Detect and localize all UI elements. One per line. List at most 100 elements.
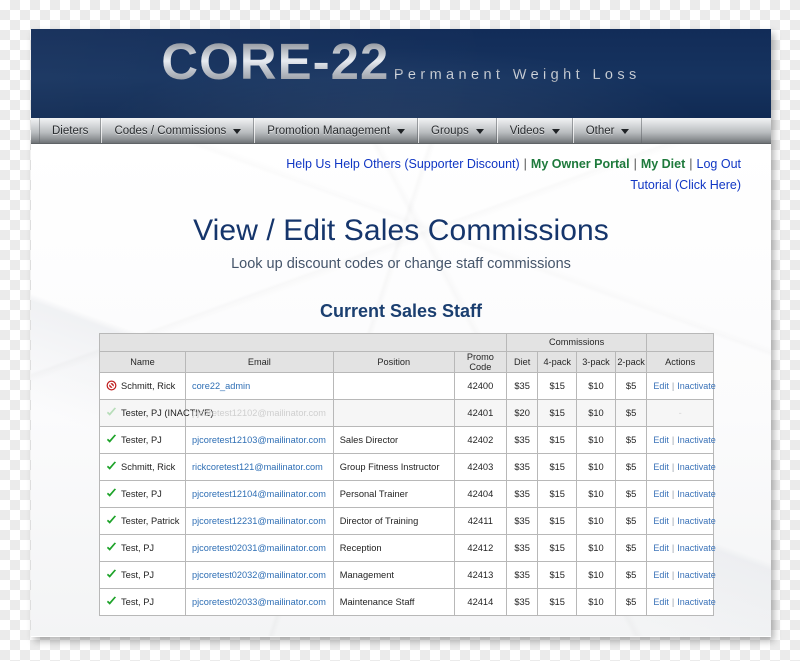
inactivate-link[interactable]: Inactivate: [677, 516, 716, 526]
no-actions: -: [678, 407, 682, 418]
nav-item-codes-commissions[interactable]: Codes / Commissions: [101, 118, 255, 143]
logo-tagline: Permanent Weight Loss: [393, 67, 641, 83]
email-link[interactable]: pjcoretest12104@mailinator.com: [192, 489, 326, 499]
cell-email: pjcoretest12231@mailinator.com: [184, 506, 334, 535]
table-column-header-row: Name Email Position Promo Code Diet 4-pack 3-p…: [99, 350, 714, 373]
cell-4-pack: $15: [537, 533, 578, 562]
cell-name: Test, PJ: [99, 560, 186, 589]
nav-item-groups[interactable]: Groups: [418, 118, 497, 143]
edit-link[interactable]: Edit: [653, 516, 669, 526]
utility-link-my-diet[interactable]: My Diet: [641, 157, 685, 171]
nav-item-label: Dieters: [52, 124, 89, 137]
cell-actions: Edit | Inactivate: [646, 371, 716, 400]
email-link[interactable]: pjcoretest12231@mailinator.com: [192, 516, 326, 526]
nav-item-other[interactable]: Other: [572, 118, 643, 143]
inactivate-link[interactable]: Inactivate: [677, 381, 716, 391]
action-separator: |: [671, 461, 675, 472]
edit-link[interactable]: Edit: [653, 570, 669, 580]
cell-3-pack: $10: [576, 479, 616, 508]
nav-item-videos[interactable]: Videos: [496, 118, 573, 143]
edit-link[interactable]: Edit: [653, 489, 669, 499]
edit-link[interactable]: Edit: [653, 435, 669, 445]
cell-3-pack: $10: [576, 533, 616, 562]
cell-name: Tester, Patrick: [99, 506, 186, 535]
cell-actions: Edit | Inactivate: [646, 533, 716, 562]
column-header-actions: Actions: [646, 350, 714, 373]
email-link[interactable]: pjcoretest12102@mailinator.com: [192, 408, 326, 418]
cell-diet: $35: [505, 533, 539, 562]
staff-name: Tester, PJ: [121, 435, 162, 445]
staff-name: Test, PJ: [121, 543, 155, 553]
inactivate-link[interactable]: Inactivate: [677, 597, 716, 607]
staff-table-container: Commissions Name Email Position Promo Code D…: [31, 322, 771, 616]
edit-link[interactable]: Edit: [653, 462, 669, 472]
nav-item-label: Codes / Commissions: [114, 124, 227, 137]
email-link[interactable]: core22_admin: [192, 381, 250, 391]
cell-2-pack: $5: [614, 452, 648, 481]
utility-links-row2: Tutorial (Click Here): [31, 175, 741, 195]
inactivate-link[interactable]: Inactivate: [677, 570, 716, 580]
cell-4-pack: $15: [537, 452, 578, 481]
cell-position: Sales Director: [332, 425, 455, 454]
action-separator: |: [671, 515, 675, 526]
cell-email: pjcoretest02032@mailinator.com: [184, 560, 334, 589]
cell-diet: $35: [505, 425, 539, 454]
email-link[interactable]: pjcoretest02033@mailinator.com: [192, 597, 326, 607]
cell-4-pack: $15: [537, 587, 578, 616]
nav-item-dieters[interactable]: Dieters: [39, 118, 102, 143]
check-icon: [106, 515, 117, 524]
cell-3-pack: $10: [576, 452, 616, 481]
cell-name: Schmitt, Rick: [99, 371, 186, 400]
group-header-commissions: Commissions: [505, 332, 648, 352]
cell-name: Test, PJ: [99, 587, 186, 616]
cell-name: Schmitt, Rick: [99, 452, 186, 481]
column-header-diet: Diet: [505, 350, 539, 373]
cell-position: Group Fitness Instructor: [332, 452, 455, 481]
inactivate-link[interactable]: Inactivate: [677, 462, 716, 472]
cell-promo-code: 42403: [453, 452, 507, 481]
cell-email: pjcoretest12103@mailinator.com: [184, 425, 334, 454]
logo-wordmark: CORE-22: [161, 33, 390, 90]
inactivate-link[interactable]: Inactivate: [677, 435, 716, 445]
edit-link[interactable]: Edit: [653, 543, 669, 553]
nav-item-promotion-management[interactable]: Promotion Management: [254, 118, 419, 143]
utility-links: Help Us Help Others (Supporter Discount)…: [31, 144, 771, 196]
edit-link[interactable]: Edit: [653, 597, 669, 607]
cell-diet: $35: [505, 452, 539, 481]
link-separator: |: [689, 157, 693, 171]
column-header-4-pack: 4-pack: [537, 350, 578, 373]
block-icon: [106, 380, 117, 391]
email-link[interactable]: pjcoretest02031@mailinator.com: [192, 543, 326, 553]
cell-email: pjcoretest12104@mailinator.com: [184, 479, 334, 508]
chevron-down-icon: [397, 129, 406, 134]
cell-promo-code: 42400: [453, 371, 507, 400]
email-link[interactable]: rickcoretest121@mailinator.com: [192, 462, 323, 472]
cell-2-pack: $5: [614, 479, 648, 508]
site-logo[interactable]: CORE-22 Permanent Weight Loss: [31, 35, 771, 89]
table-row: Tester, PJ (INACTIVE) pjcoretest12102@mai…: [99, 398, 714, 427]
inactivate-link[interactable]: Inactivate: [677, 543, 716, 553]
table-row: Schmitt, Rick core22_admin 42400 $35 $15 $10 $…: [99, 371, 716, 400]
cell-3-pack: $10: [576, 587, 616, 616]
tutorial-link[interactable]: Tutorial (Click Here): [630, 178, 741, 192]
staff-table: Commissions Name Email Position Promo Code D…: [99, 332, 716, 616]
cell-4-pack: $15: [537, 506, 578, 535]
page-content: Help Us Help Others (Supporter Discount)…: [31, 144, 771, 636]
utility-link-help-us-help-others-supporter-discount[interactable]: Help Us Help Others (Supporter Discount): [286, 157, 519, 171]
cell-name: Tester, PJ: [99, 479, 186, 508]
page-title: View / Edit Sales Commissions: [193, 213, 609, 247]
cell-actions: Edit | Inactivate: [646, 425, 716, 454]
column-header-name: Name: [99, 350, 186, 373]
cell-email: rickcoretest121@mailinator.com: [184, 452, 334, 481]
table-row: Test, PJ pjcoretest02032@mailinator.com Ma…: [99, 560, 716, 589]
cell-name: Test, PJ: [99, 533, 186, 562]
cell-promo-code: 42412: [453, 533, 507, 562]
utility-link-log-out[interactable]: Log Out: [697, 157, 741, 171]
email-link[interactable]: pjcoretest02032@mailinator.com: [192, 570, 326, 580]
inactivate-link[interactable]: Inactivate: [677, 489, 716, 499]
staff-name: Schmitt, Rick: [121, 462, 176, 472]
email-link[interactable]: pjcoretest12103@mailinator.com: [192, 435, 326, 445]
cell-email: core22_admin: [184, 371, 334, 400]
edit-link[interactable]: Edit: [653, 381, 669, 391]
utility-link-my-owner-portal[interactable]: My Owner Portal: [531, 157, 630, 171]
